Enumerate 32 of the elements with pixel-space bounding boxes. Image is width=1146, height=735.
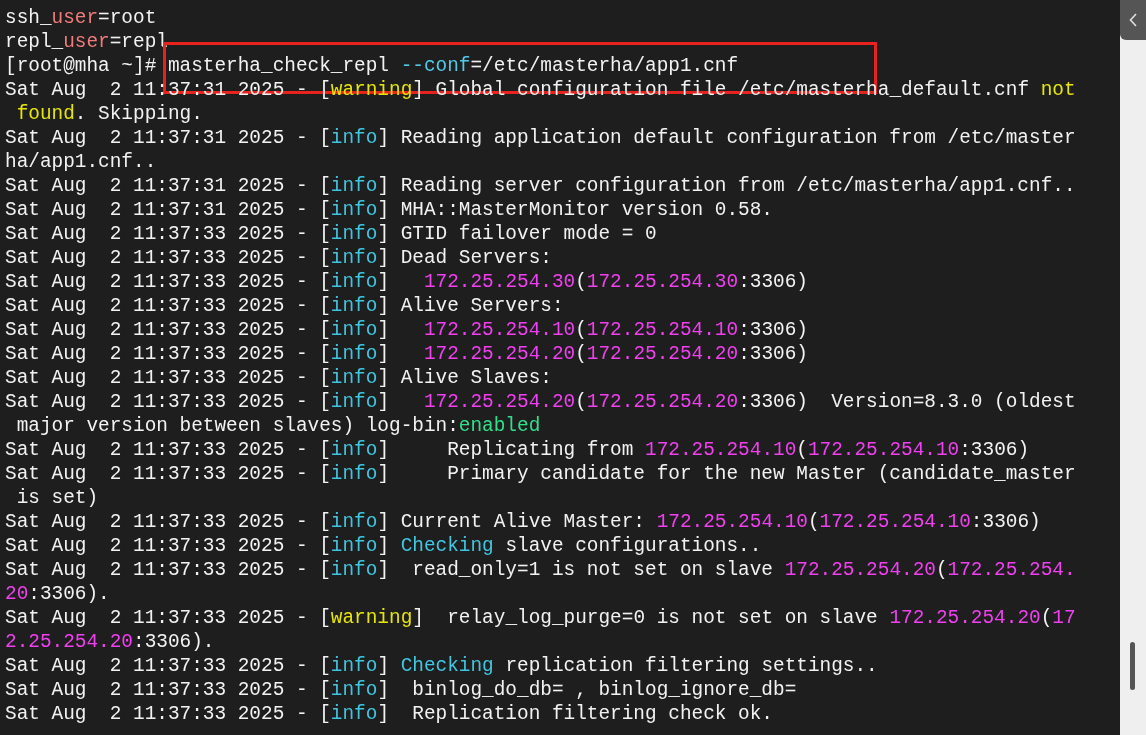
terminal-line: Sat Aug 2 11:37:33 2025 - [info] Current Alive Master: 172.25.254.10(172.25.254.10:3306): [5, 510, 1041, 534]
terminal-line: Sat Aug 2 11:37:33 2025 - [info] Alive Slaves:: [5, 366, 552, 390]
terminal-line: ssh_user=root: [5, 6, 157, 30]
terminal-line: Sat Aug 2 11:37:31 2025 - [info] Reading application default configuration from /etc/master: [5, 126, 1076, 150]
terminal-line: Sat Aug 2 11:37:33 2025 - [info] Alive Servers:: [5, 294, 564, 318]
terminal-line: Sat Aug 2 11:37:33 2025 - [info] GTID failover mode = 0: [5, 222, 657, 246]
terminal-line: Sat Aug 2 11:37:33 2025 - [info] Dead Servers:: [5, 246, 552, 270]
terminal-line: Sat Aug 2 11:37:33 2025 - [info] Replicating from 172.25.254.10(172.25.254.10:3306): [5, 438, 1030, 462]
terminal-line: Sat Aug 2 11:37:33 2025 - [info] Replication filtering check ok.: [5, 702, 773, 726]
terminal-line: Sat Aug 2 11:37:33 2025 - [info] binlog_do_db= , binlog_ignore_db=: [5, 678, 797, 702]
terminal-line: repl_user=repl: [5, 30, 168, 54]
collapse-button[interactable]: [1120, 0, 1146, 40]
terminal-line: Sat Aug 2 11:37:33 2025 - [info] Checking slave configurations..: [5, 534, 762, 558]
terminal-line: Sat Aug 2 11:37:33 2025 - [info] Checking replication filtering settings..: [5, 654, 878, 678]
terminal-line: [root@mha ~]# masterha_check_repl --conf=/etc/masterha/app1.cnf: [5, 54, 739, 78]
terminal-line: 20:3306).: [5, 582, 110, 606]
terminal-line: Sat Aug 2 11:37:33 2025 - [info] read_only=1 is not set on slave 172.25.254.20(172.25.254.: [5, 558, 1076, 582]
terminal-line: Sat Aug 2 11:37:31 2025 - [info] Reading server configuration from /etc/masterha/app1.cnf..: [5, 174, 1076, 198]
terminal-line: Sat Aug 2 11:37:33 2025 - [info] 172.25.254.20(172.25.254.20:3306) Version=8.3.0 (oldest: [5, 390, 1076, 414]
terminal-line: found. Skipping.: [15, 102, 203, 126]
terminal-line: Sat Aug 2 11:37:33 2025 - [info] 172.25.254.30(172.25.254.30:3306): [5, 270, 808, 294]
terminal-line: is set): [15, 486, 99, 510]
terminal-line: Sat Aug 2 11:37:33 2025 - [warning] relay_log_purge=0 is not set on slave 172.25.254.20(17: [5, 606, 1076, 630]
terminal-line: Sat Aug 2 11:37:33 2025 - [info] 172.25.254.20(172.25.254.20:3306): [5, 342, 808, 366]
terminal-line: Sat Aug 2 11:37:31 2025 - [info] MHA::MasterMonitor version 0.58.: [5, 198, 773, 222]
terminal-line: major version between slaves) log-bin:enabled: [15, 414, 541, 438]
terminal-line: Sat Aug 2 11:37:33 2025 - [info] 172.25.254.10(172.25.254.10:3306): [5, 318, 808, 342]
scrollbar-thumb[interactable]: [1130, 642, 1135, 690]
terminal-line: ha/app1.cnf..: [5, 150, 157, 174]
terminal-line: Sat Aug 2 11:37:33 2025 - [info] Primary candidate for the new Master (candidate_master: [5, 462, 1076, 486]
terminal-line: 2.25.254.20:3306).: [5, 630, 215, 654]
chevron-left-icon: [1129, 13, 1137, 27]
